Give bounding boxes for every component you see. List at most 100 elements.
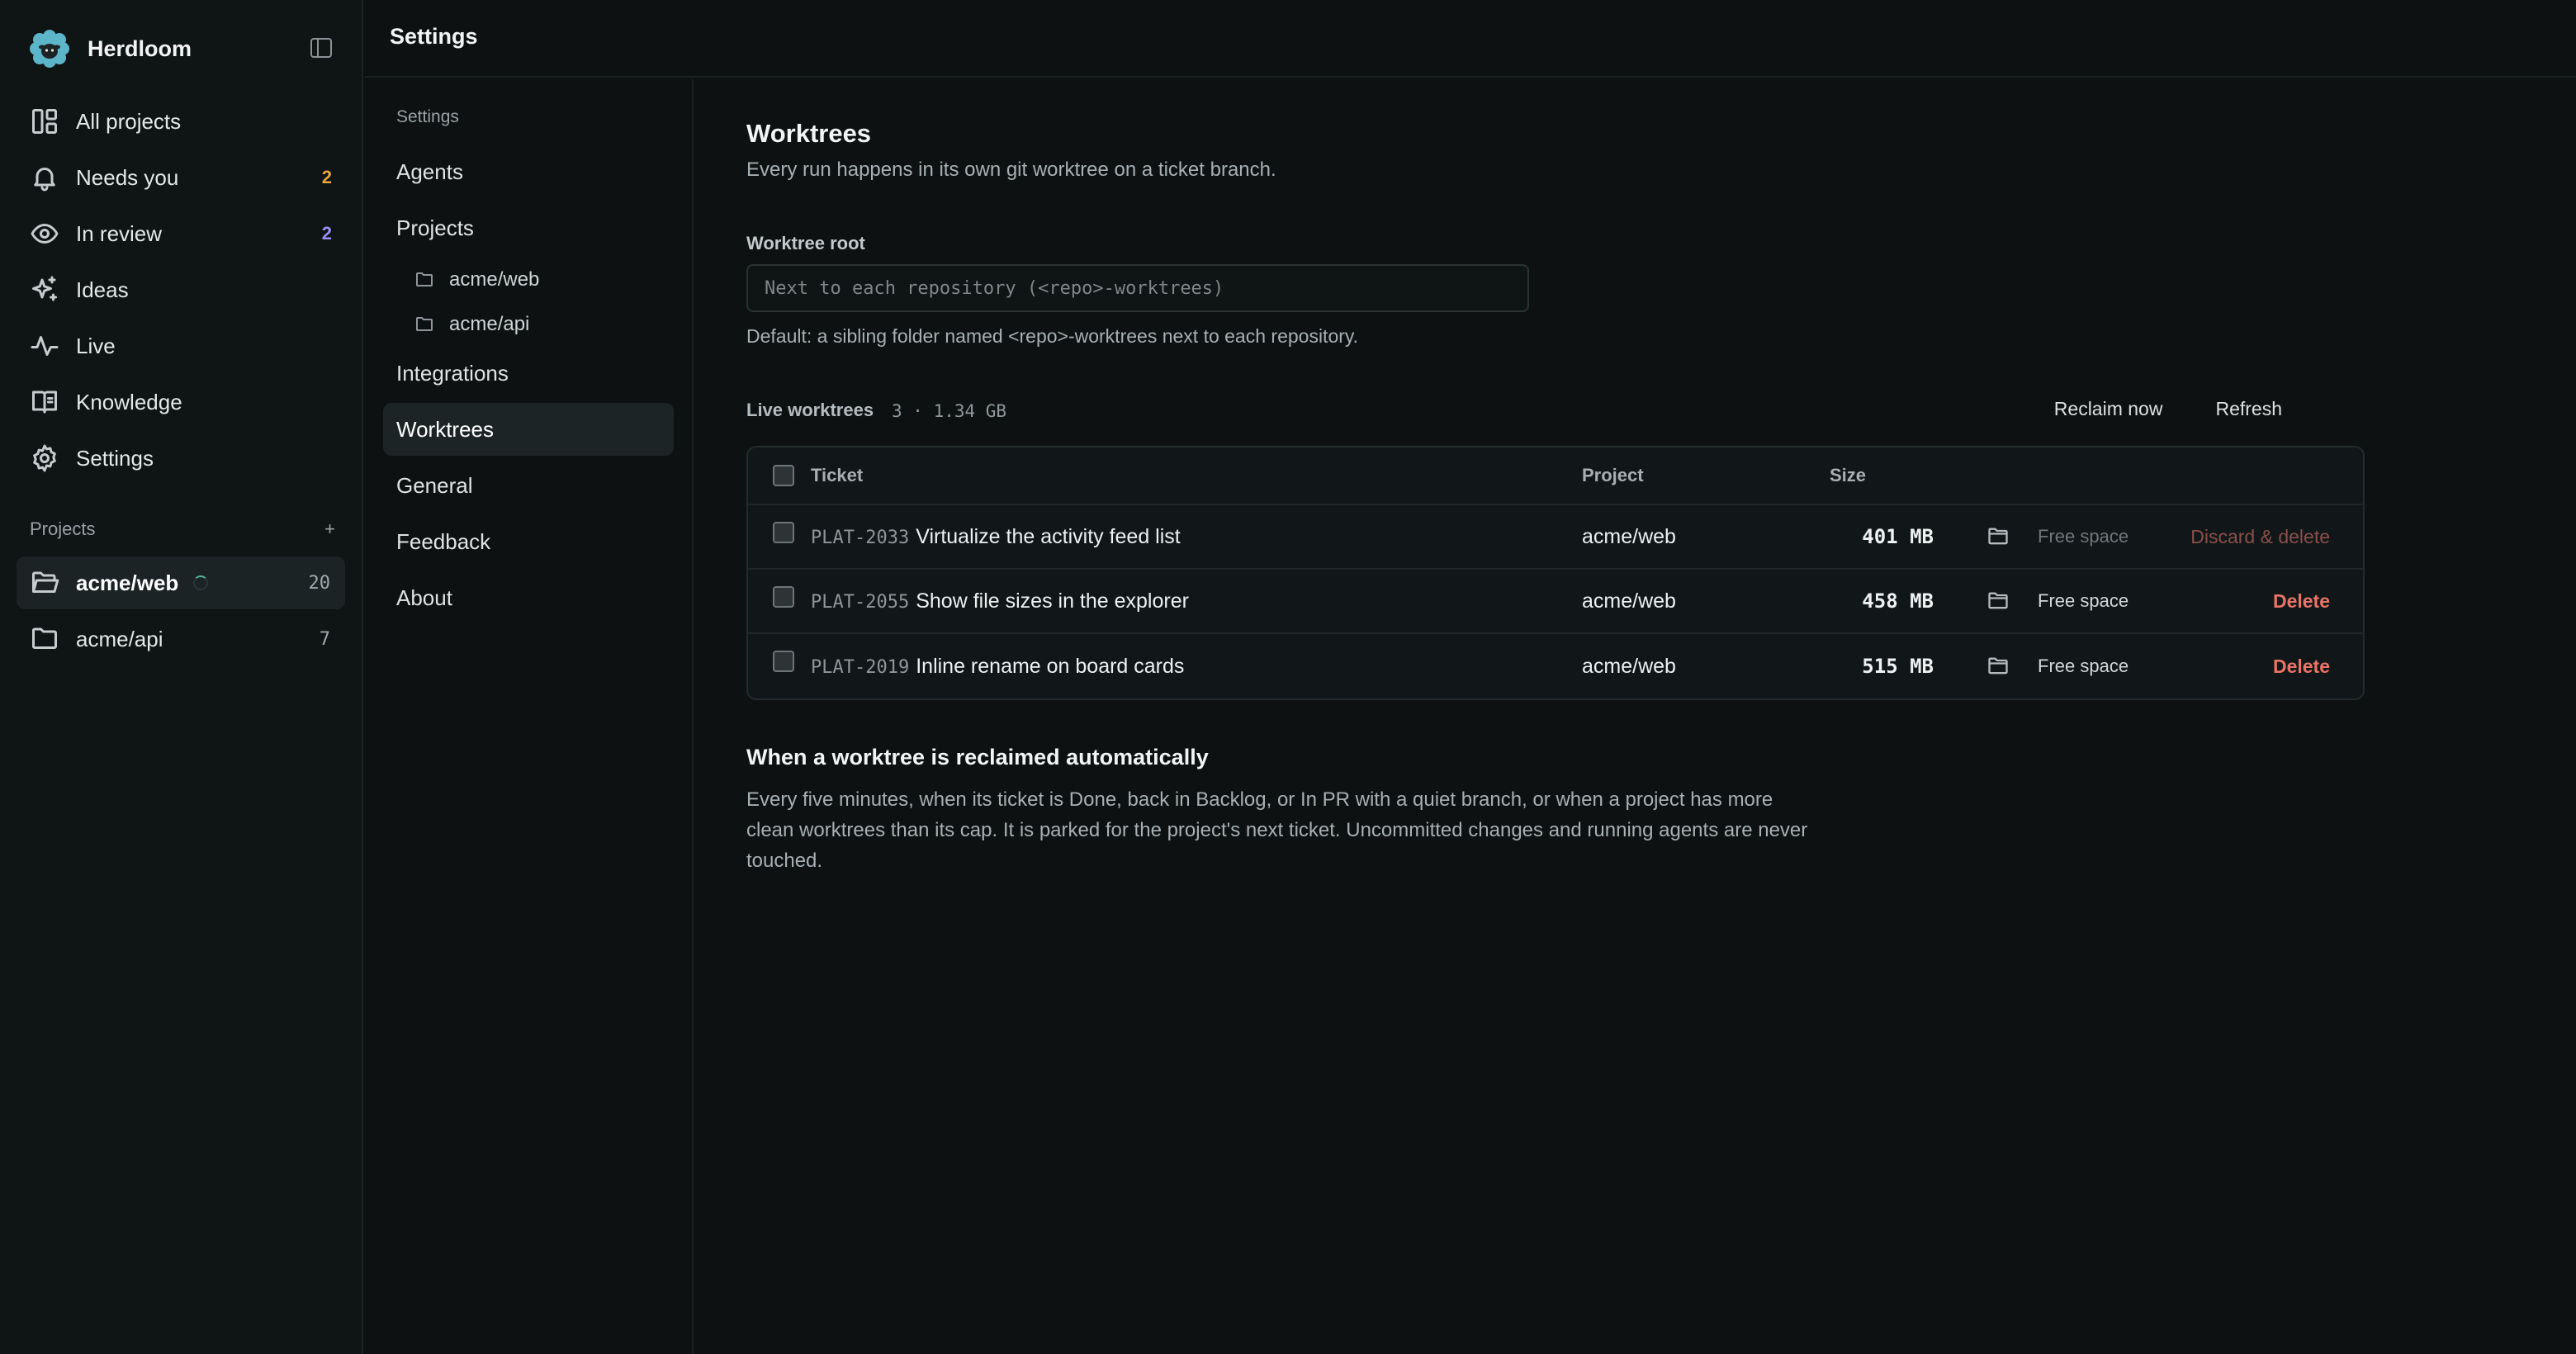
settings-item-about[interactable]: About	[383, 571, 674, 624]
auto-reclaim-description: Every five minutes, when its ticket is D…	[746, 788, 1808, 872]
nav-item-ideas[interactable]: Ideas	[17, 262, 345, 318]
size-cell: 458 MB	[1862, 589, 1934, 613]
sheep-logo-icon	[27, 26, 72, 71]
sparkle-icon	[32, 276, 57, 301]
nav-item-knowledge[interactable]: Knowledge	[17, 374, 345, 430]
open-folder-icon[interactable]	[1986, 655, 2010, 678]
project-cell: acme/web	[1582, 524, 1676, 548]
reclaim-now-button[interactable]: Reclaim now	[2054, 398, 2163, 420]
ticket-title: Inline rename on board cards	[916, 654, 1185, 678]
nav-label: All projects	[76, 108, 182, 134]
settings-item-agents[interactable]: Agents	[383, 145, 674, 198]
ticket-id: PLAT-2055	[811, 591, 910, 613]
nav-label: Ideas	[76, 277, 129, 302]
settings-nav: Settings Agents Projects acme/web acme/a…	[365, 79, 694, 1354]
ticket-id: PLAT-2019	[811, 656, 910, 678]
live-worktrees-heading: Live worktrees	[746, 400, 874, 420]
page-title: Settings	[390, 24, 478, 49]
worktree-root-label: Worktree root	[746, 233, 865, 253]
column-header-size: Size	[1830, 465, 1867, 485]
section-title: Worktrees	[746, 119, 872, 148]
project-item-acme-web[interactable]: acme/web 20	[17, 556, 345, 609]
table-row: PLAT-2055 Show file sizes in the explore…	[748, 570, 2363, 634]
table-row: PLAT-2019 Inline rename on board cards a…	[748, 634, 2363, 698]
main-nav: All projects Needs you 2 In review 2 Ide…	[17, 93, 345, 486]
free-space-button[interactable]: Free space	[2038, 526, 2129, 547]
settings-nav-heading: Settings	[396, 107, 459, 126]
folder-icon	[32, 627, 57, 649]
project-cell: acme/web	[1582, 654, 1676, 678]
row-checkbox[interactable]	[773, 651, 794, 672]
in-review-count-badge: 2	[321, 223, 332, 244]
project-list: acme/web 20 acme/api 7	[17, 556, 345, 669]
ticket-title: Show file sizes in the explorer	[916, 589, 1189, 613]
free-space-button[interactable]: Free space	[2038, 590, 2129, 612]
add-project-icon[interactable]: +	[324, 520, 335, 538]
settings-item-feedback[interactable]: Feedback	[383, 515, 674, 568]
select-all-checkbox[interactable]	[773, 465, 794, 486]
projects-section-header: Projects +	[30, 518, 335, 540]
nav-label: Live	[76, 333, 116, 358]
column-header-project: Project	[1582, 465, 1644, 485]
project-label: acme/api	[76, 626, 163, 651]
nav-item-all-projects[interactable]: All projects	[17, 93, 345, 149]
settings-item-integrations[interactable]: Integrations	[383, 347, 674, 400]
settings-subitem-acme-web[interactable]: acme/web	[383, 258, 674, 302]
ticket-cell: PLAT-2019 Inline rename on board cards	[811, 655, 1184, 679]
live-worktrees-summary: 3 · 1.34 GB	[892, 401, 1007, 421]
grid-icon	[32, 109, 57, 134]
delete-button[interactable]: Delete	[2273, 656, 2330, 678]
app-name: Herdloom	[88, 36, 192, 61]
project-label: acme/web	[76, 570, 179, 595]
nav-item-needs-you[interactable]: Needs you 2	[17, 149, 345, 206]
table-row: PLAT-2033 Virtualize the activity feed l…	[748, 505, 2363, 570]
projects-heading: Projects	[30, 518, 96, 539]
loading-spinner-icon	[193, 575, 209, 590]
live-worktrees-actions: Reclaim now Refresh	[2001, 398, 2282, 420]
open-folder-icon[interactable]	[1986, 525, 2010, 548]
refresh-button[interactable]: Refresh	[2215, 398, 2282, 420]
ticket-id: PLAT-2033	[811, 527, 910, 548]
ticket-title: Virtualize the activity feed list	[916, 524, 1181, 548]
project-count: 7	[319, 628, 330, 650]
brand[interactable]: Herdloom	[26, 25, 340, 73]
worktree-root-input[interactable]	[746, 264, 1529, 312]
ticket-cell: PLAT-2055 Show file sizes in the explore…	[811, 589, 1189, 613]
delete-button[interactable]: Delete	[2273, 590, 2330, 613]
nav-label: Knowledge	[76, 389, 182, 414]
nav-item-in-review[interactable]: In review 2	[17, 206, 345, 262]
subitem-label: acme/web	[449, 268, 540, 291]
size-cell: 515 MB	[1862, 655, 1934, 678]
table-header-row: Ticket Project Size	[748, 447, 2363, 505]
nav-label: Needs you	[76, 164, 179, 190]
project-item-acme-api[interactable]: acme/api 7	[17, 613, 345, 665]
bell-icon	[34, 168, 55, 192]
gear-icon	[33, 444, 56, 472]
open-folder-icon[interactable]	[1986, 589, 2010, 613]
nav-item-settings[interactable]: Settings	[17, 430, 345, 486]
settings-item-general[interactable]: General	[383, 459, 674, 512]
sidebar-toggle-icon[interactable]	[310, 38, 332, 58]
nav-item-live[interactable]: Live	[17, 318, 345, 374]
project-count: 20	[308, 572, 331, 594]
free-space-button[interactable]: Free space	[2038, 656, 2129, 677]
project-cell: acme/web	[1582, 589, 1676, 613]
topbar: Settings	[365, 0, 2576, 78]
settings-item-worktrees[interactable]: Worktrees	[383, 403, 674, 456]
settings-subitem-acme-api[interactable]: acme/api	[383, 302, 674, 347]
worktrees-table: Ticket Project Size PLAT-2033 Virtualize…	[746, 446, 2365, 700]
nav-label: Settings	[76, 445, 154, 471]
needs-you-count-badge: 2	[321, 167, 332, 187]
size-cell: 401 MB	[1862, 525, 1934, 548]
section-description: Every run happens in its own git worktre…	[746, 159, 1276, 181]
app-sidebar: Herdloom All projects Needs you 2 In rev…	[0, 0, 363, 1354]
row-checkbox[interactable]	[773, 522, 794, 543]
pulse-icon	[31, 336, 59, 356]
settings-item-projects[interactable]: Projects	[383, 201, 674, 254]
discard-delete-button[interactable]: Discard & delete	[2190, 526, 2330, 548]
subitem-label: acme/api	[449, 313, 530, 335]
row-checkbox[interactable]	[773, 586, 794, 608]
book-icon	[32, 391, 57, 414]
folder-icon	[416, 317, 433, 331]
nav-label: In review	[76, 220, 163, 246]
